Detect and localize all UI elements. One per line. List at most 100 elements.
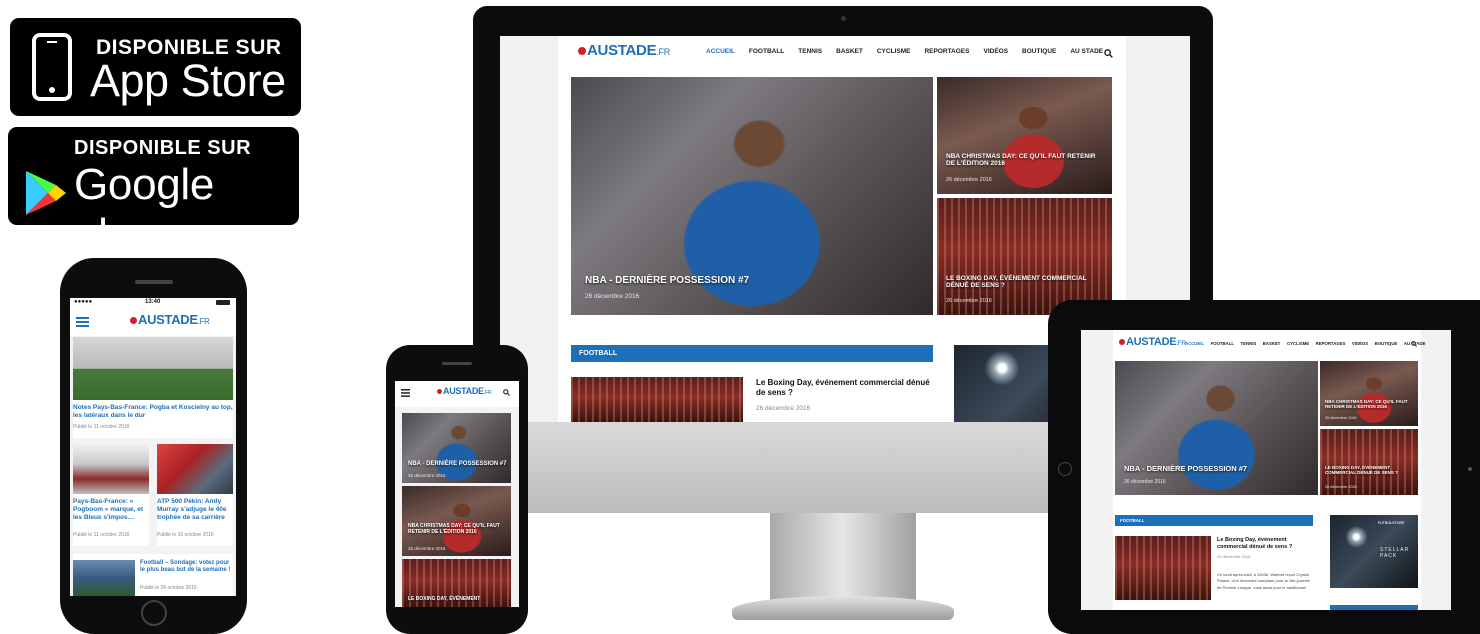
football-article-photo[interactable] xyxy=(571,377,743,422)
desktop-page: AUSTADE.FR ACCUEIL FOOTBALL TENNIS BASKE… xyxy=(558,36,1126,422)
side-article-2-date: 26 décembre 2016 xyxy=(946,298,992,304)
site-logo[interactable]: AUSTADE.FR xyxy=(578,42,670,59)
tablet-article-date: 26 décembre 2016 xyxy=(1217,554,1251,559)
article-1-title[interactable]: Notes Pays-Bas-France: Pogba et Koscieln… xyxy=(73,404,233,420)
nav-item-accueil[interactable]: ACCUEIL xyxy=(1185,341,1204,346)
nav-item-videos[interactable]: VIDÉOS xyxy=(983,48,1008,55)
hero-photo[interactable]: NBA - DERNIÈRE POSSESSION #7 26 décembre… xyxy=(571,77,933,315)
side-article-2-photo[interactable]: LE BOXING DAY, ÉVÉNEMENT COMMERCIAL DÉNU… xyxy=(937,198,1112,315)
logo-ball-icon xyxy=(578,47,586,55)
card-1-photo[interactable]: NBA - DERNIÈRE POSSESSION #7 26 décembre… xyxy=(402,413,511,483)
article-1-card[interactable]: Notes Pays-Bas-France: Pogba et Koscieln… xyxy=(73,400,233,438)
article-2-title[interactable]: Pays-Bas-France: « Pogboom » marque, et … xyxy=(73,498,149,521)
center-phone-screen: AUSTADE.FR NBA - DERNIÈRE POSSESSION #7 … xyxy=(395,381,519,607)
article-4-photo xyxy=(73,560,135,596)
hamburger-menu-icon[interactable] xyxy=(401,389,410,397)
search-icon[interactable] xyxy=(503,389,510,396)
tablet-screen: AUSTADE.FR ACCUEIL FOOTBALL TENNIS BASKE… xyxy=(1081,330,1451,610)
app-store-badge[interactable]: DISPONIBLE SUR App Store xyxy=(10,18,301,116)
article-2-card[interactable]: Pays-Bas-France: « Pogboom » marque, et … xyxy=(73,444,149,546)
tablet-side-2-title[interactable]: LE BOXING DAY, ÉVÉNEMENT COMMERCIAL DÉNU… xyxy=(1325,465,1413,475)
football-section-header[interactable]: FOOTBALL xyxy=(571,345,933,362)
nav-item-cyclisme[interactable]: CYCLISME xyxy=(877,48,911,55)
card-2-date: 26 décembre 2016 xyxy=(408,546,446,551)
nav-item-tennis[interactable]: TENNIS xyxy=(1241,341,1257,346)
nav-item-football[interactable]: FOOTBALL xyxy=(1211,341,1234,346)
main-nav: ACCUEIL FOOTBALL TENNIS BASKET CYCLISME … xyxy=(706,48,1103,55)
tablet-article-excerpt: Ce lundi après-midi, à 13h30, Watford re… xyxy=(1217,572,1310,590)
google-play-small-label: DISPONIBLE SUR xyxy=(74,137,252,159)
article-4-date: Publié le 09 octobre 2016 xyxy=(140,585,197,591)
status-time: 13:40 xyxy=(145,299,161,305)
monitor-stand xyxy=(770,513,916,601)
iphone-speaker xyxy=(442,362,472,365)
ad-text: STELLAR PACK xyxy=(1380,547,1410,559)
left-phone-screen: ●●●●● 13:40 AUSTADE.FR Notes Pays-Bas-Fr… xyxy=(70,298,236,596)
tablet-side-2-date: 26 décembre 2016 xyxy=(1325,485,1357,489)
article-3-photo xyxy=(157,444,233,494)
nav-item-basket[interactable]: BASKET xyxy=(1263,341,1281,346)
iphone-home-button xyxy=(141,600,167,626)
logo-ball-icon xyxy=(130,317,137,324)
hamburger-menu-icon[interactable] xyxy=(76,317,89,327)
article-4-title[interactable]: Football – Sondage: votez pour le plus b… xyxy=(140,560,232,574)
article-1-date: Publié le 11 octobre 2016 xyxy=(73,424,130,430)
search-icon[interactable] xyxy=(1104,49,1113,58)
nav-item-boutique[interactable]: BOUTIQUE xyxy=(1375,341,1398,346)
article-3-card[interactable]: ATP 500 Pékin: Andy Murray s'adjuge le 4… xyxy=(157,444,233,546)
tablet-camera xyxy=(1468,467,1472,471)
google-play-icon xyxy=(26,171,66,215)
tablet-page: AUSTADE.FR ACCUEIL FOOTBALL TENNIS BASKE… xyxy=(1113,330,1426,610)
left-phone-header: AUSTADE.FR xyxy=(70,308,236,336)
search-icon[interactable] xyxy=(1411,341,1417,347)
nav-item-football[interactable]: FOOTBALL xyxy=(749,48,784,55)
site-logo[interactable]: AUSTADE.FR xyxy=(1119,336,1186,348)
tablet-hero-photo[interactable]: NBA - DERNIÈRE POSSESSION #7 26 décembre… xyxy=(1115,361,1318,495)
battery-icon xyxy=(216,300,230,305)
tablet-ad-banner[interactable]: FUTBOLSTORE STELLAR PACK xyxy=(1330,515,1418,588)
card-2-title[interactable]: NBA CHRISTMAS DAY: CE QU'IL FAUT RETENIR… xyxy=(408,523,508,536)
tablet-home-button xyxy=(1058,462,1072,476)
center-phone-header: AUSTADE.FR xyxy=(395,381,519,407)
tablet-football-section-header[interactable]: FOOTBALL xyxy=(1115,515,1313,526)
article-2-photo xyxy=(73,444,149,494)
tablet-article-photo[interactable] xyxy=(1115,536,1211,600)
nav-item-au-stade[interactable]: AU STADE xyxy=(1070,48,1103,55)
nav-item-cyclisme[interactable]: CYCLISME xyxy=(1287,341,1309,346)
nav-item-accueil[interactable]: ACCUEIL xyxy=(706,48,735,55)
nav-item-boutique[interactable]: BOUTIQUE xyxy=(1022,48,1056,55)
monitor-camera xyxy=(841,16,846,21)
card-1-date: 26 décembre 2016 xyxy=(408,473,446,478)
card-3-title[interactable]: LE BOXING DAY, ÉVÉNEMENT xyxy=(408,596,480,603)
iphone-speaker xyxy=(135,280,173,284)
article-3-title[interactable]: ATP 500 Pékin: Andy Murray s'adjuge le 4… xyxy=(157,498,233,521)
nav-item-tennis[interactable]: TENNIS xyxy=(798,48,822,55)
article-2-date: Publié le 11 octobre 2016 xyxy=(73,532,130,538)
site-logo[interactable]: AUSTADE.FR xyxy=(130,312,210,327)
hero-date: 26 décembre 2016 xyxy=(585,293,640,300)
article-3-date: Publié le 10 octobre 2016 xyxy=(157,532,214,538)
nav-item-basket[interactable]: BASKET xyxy=(836,48,863,55)
tablet-side-1-title[interactable]: NBA CHRISTMAS DAY: CE QU'IL FAUT RETENIR… xyxy=(1325,399,1413,409)
side-article-1-photo[interactable]: NBA CHRISTMAS DAY: CE QU'IL FAUT RETENIR… xyxy=(937,77,1112,194)
article-4-card[interactable]: Football – Sondage: votez pour le plus b… xyxy=(73,554,233,596)
side-article-1-title[interactable]: NBA CHRISTMAS DAY: CE QU'IL FAUT RETENIR… xyxy=(946,153,1096,168)
site-logo[interactable]: AUSTADE.FR xyxy=(437,386,492,396)
tablet-article-title[interactable]: Le Boxing Day, événement commercial dénu… xyxy=(1217,537,1313,550)
side-article-2-title[interactable]: LE BOXING DAY, ÉVÉNEMENT COMMERCIAL DÉNU… xyxy=(946,275,1096,290)
card-2-photo[interactable]: NBA CHRISTMAS DAY: CE QU'IL FAUT RETENIR… xyxy=(402,486,511,556)
tablet-hero-title[interactable]: NBA - DERNIÈRE POSSESSION #7 xyxy=(1124,464,1247,474)
nav-item-reportages[interactable]: REPORTAGES xyxy=(924,48,969,55)
card-3-photo[interactable]: LE BOXING DAY, ÉVÉNEMENT xyxy=(402,559,511,607)
card-1-title[interactable]: NBA - DERNIÈRE POSSESSION #7 xyxy=(408,461,506,468)
hero-title[interactable]: NBA - DERNIÈRE POSSESSION #7 xyxy=(585,275,749,287)
football-article-title[interactable]: Le Boxing Day, événement commercial dénu… xyxy=(756,378,936,397)
nav-item-reportages[interactable]: REPORTAGES xyxy=(1316,341,1346,346)
tablet-side-2-photo[interactable]: LE BOXING DAY, ÉVÉNEMENT COMMERCIAL DÉNU… xyxy=(1320,429,1418,495)
article-1-photo[interactable] xyxy=(73,337,233,400)
nav-item-videos[interactable]: VIDÉOS xyxy=(1352,341,1368,346)
football-article-date: 26 décembre 2016 xyxy=(756,405,811,412)
tablet-side-1-photo[interactable]: NBA CHRISTMAS DAY: CE QU'IL FAUT RETENIR… xyxy=(1320,361,1418,426)
tablet-hero-date: 26 décembre 2016 xyxy=(1124,479,1166,485)
google-play-badge[interactable]: DISPONIBLE SUR Google play xyxy=(8,127,299,225)
